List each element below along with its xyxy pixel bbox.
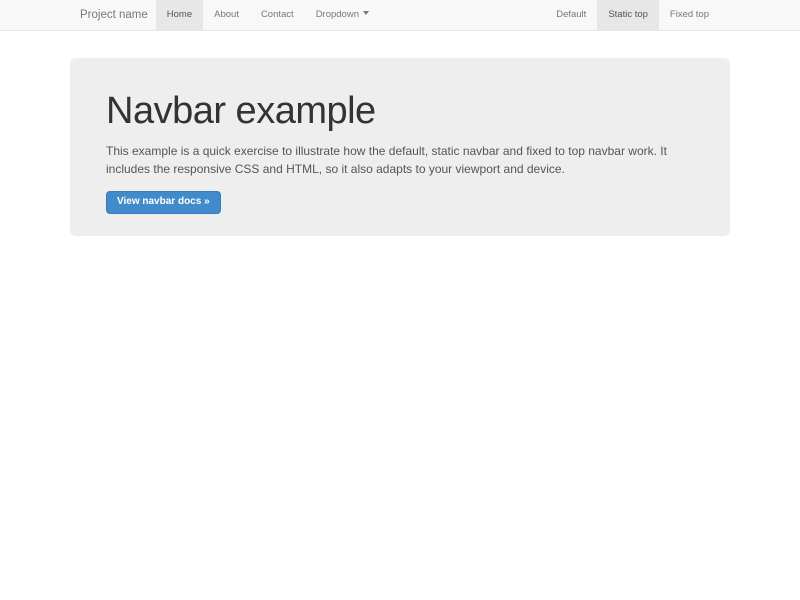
navbar-container: Project name Home About Contact Dropdown…	[70, 0, 730, 30]
navbar-left-nav: Home About Contact Dropdown	[156, 0, 380, 30]
page-content: Navbar example This example is a quick e…	[0, 58, 800, 236]
nav-item-dropdown-label: Dropdown	[316, 9, 359, 20]
caret-down-icon	[363, 11, 369, 15]
page-title: Navbar example	[106, 91, 694, 133]
nav-item-home[interactable]: Home	[156, 0, 203, 30]
nav-item-dropdown[interactable]: Dropdown	[305, 0, 380, 30]
navbar: Project name Home About Contact Dropdown…	[0, 0, 800, 31]
nav-item-fixed-top[interactable]: Fixed top	[659, 0, 720, 30]
view-navbar-docs-button[interactable]: View navbar docs »	[106, 191, 221, 214]
description-line-1: This example is a quick exercise to illu…	[106, 142, 694, 161]
navbar-right-nav: Default Static top Fixed top	[545, 0, 720, 30]
navbar-brand[interactable]: Project name	[80, 0, 148, 30]
description-line-2: includes the responsive CSS and HTML, so…	[106, 160, 694, 179]
nav-item-static-top[interactable]: Static top	[597, 0, 659, 30]
nav-item-contact[interactable]: Contact	[250, 0, 305, 30]
jumbotron: Navbar example This example is a quick e…	[70, 58, 730, 236]
jumbotron-description: This example is a quick exercise to illu…	[106, 142, 694, 179]
nav-item-default[interactable]: Default	[545, 0, 597, 30]
nav-item-about[interactable]: About	[203, 0, 250, 30]
